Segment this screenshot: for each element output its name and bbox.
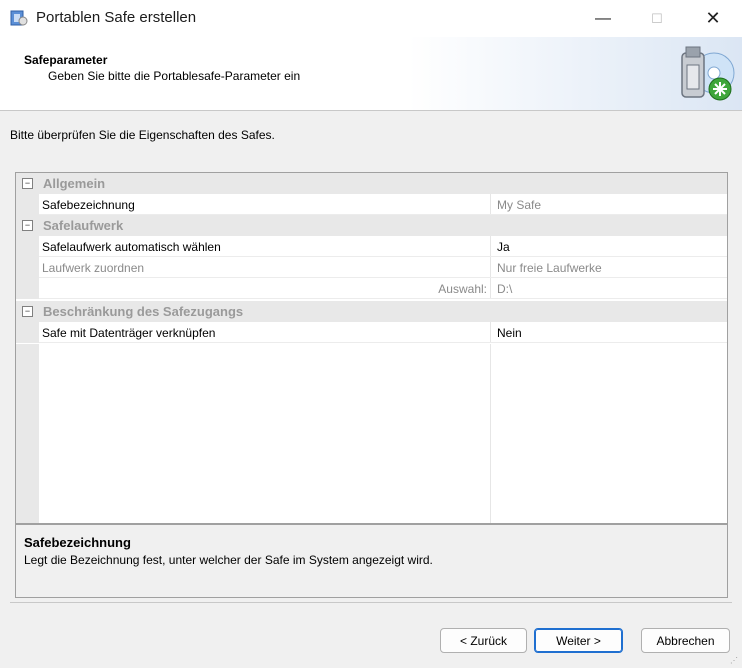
title-bar: Portablen Safe erstellen — ☐ ✕ [0,0,742,37]
header-title: Safeparameter [24,53,108,67]
column-splitter[interactable] [490,278,491,299]
property-name: Laufwerk zuordnen [42,261,145,275]
usb-safe-icon [681,46,735,101]
property-value[interactable]: Nein [497,326,522,340]
safe-app-icon [10,10,28,26]
category-safe-drive[interactable]: − Safelaufwerk [16,215,727,236]
property-link-media[interactable]: Safe mit Datenträger verknüpfen Nein [16,322,727,343]
property-name: Safelaufwerk automatisch wählen [42,240,221,254]
grid-empty-area [16,344,727,523]
property-name: Safe mit Datenträger verknüpfen [42,326,216,340]
category-general[interactable]: − Allgemein [16,173,727,194]
property-value[interactable]: D:\ [497,282,512,296]
property-name: Safebezeichnung [42,198,135,212]
category-label: Beschränkung des Safezugangs [43,304,244,319]
column-splitter[interactable] [490,322,491,343]
property-safe-name[interactable]: Safebezeichnung My Safe [16,194,727,215]
property-value[interactable]: Ja [497,240,510,254]
close-button[interactable]: ✕ [690,0,736,37]
column-splitter[interactable] [490,236,491,257]
category-label: Safelaufwerk [43,218,124,233]
property-auto-drive[interactable]: Safelaufwerk automatisch wählen Ja [16,236,727,257]
property-selection[interactable]: Auswahl: D:\ [16,278,727,299]
minimize-button[interactable]: — [580,0,626,37]
category-label: Allgemein [43,176,106,191]
resize-grip-icon[interactable]: ⋰ [730,656,740,666]
category-access-restriction[interactable]: − Beschränkung des Safezugangs [16,301,727,322]
property-value[interactable]: Nur freie Laufwerke [497,261,602,275]
description-title: Safebezeichnung [24,535,131,550]
description-panel: Safebezeichnung Legt die Bezeichnung fes… [15,524,728,598]
column-splitter[interactable] [490,194,491,215]
property-value[interactable]: My Safe [497,198,541,212]
back-button[interactable]: < Zurück [440,628,527,653]
property-assign-drive[interactable]: Laufwerk zuordnen Nur freie Laufwerke [16,257,727,278]
window-title: Portablen Safe erstellen [36,9,197,26]
collapse-toggle-icon[interactable]: − [22,178,33,189]
description-text: Legt die Bezeichnung fest, unter welcher… [24,553,433,567]
collapse-toggle-icon[interactable]: − [22,220,33,231]
wizard-header: Safeparameter Geben Sie bitte die Portab… [0,37,742,111]
cancel-button[interactable]: Abbrechen [641,628,730,653]
header-subtitle: Geben Sie bitte die Portablesafe-Paramet… [48,69,301,83]
property-name: Auswahl: [438,282,487,296]
property-grid[interactable]: − Allgemein Safebezeichnung My Safe − Sa… [15,172,728,524]
column-splitter[interactable] [490,257,491,278]
maximize-button[interactable]: ☐ [634,0,680,37]
next-button[interactable]: Weiter > [534,628,623,653]
divider [10,602,732,603]
collapse-toggle-icon[interactable]: − [22,306,33,317]
intro-text: Bitte überprüfen Sie die Eigenschaften d… [10,128,275,142]
